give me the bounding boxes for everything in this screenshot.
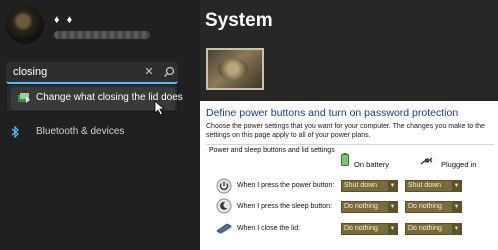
dialog-description: Choose the power settings that you want … bbox=[206, 123, 485, 139]
close-lid-plugged-select[interactable]: Do nothing ▼ bbox=[405, 223, 462, 235]
select-value: Do nothing bbox=[344, 225, 378, 232]
search-box[interactable]: closing ✕ bbox=[6, 62, 178, 84]
power-button-battery-select[interactable]: Shut down ▼ bbox=[341, 180, 398, 192]
sidebar-item-label: Bluetooth & devices bbox=[36, 126, 125, 137]
column-header-plugged: Plugged in bbox=[441, 160, 477, 169]
close-lid-battery-select[interactable]: Do nothing ▼ bbox=[341, 223, 398, 235]
search-input[interactable]: closing bbox=[13, 66, 47, 78]
row-label-sleep-button: When I press the sleep button: bbox=[237, 203, 332, 210]
power-button-icon bbox=[216, 178, 232, 194]
select-value: Shut down bbox=[344, 182, 378, 189]
chevron-down-icon: ▼ bbox=[388, 181, 397, 191]
wallpaper-thumbnail[interactable] bbox=[206, 48, 264, 90]
select-value: Do nothing bbox=[408, 225, 442, 232]
avatar[interactable] bbox=[6, 6, 44, 44]
laptop-lid-icon bbox=[216, 223, 232, 234]
chevron-down-icon: ▼ bbox=[388, 202, 397, 212]
sleep-button-plugged-select[interactable]: Do nothing ▼ bbox=[405, 201, 462, 213]
column-header-battery: On battery bbox=[354, 160, 390, 169]
user-name: ♦ ♦ bbox=[54, 14, 75, 26]
page-title: System bbox=[205, 10, 273, 31]
dialog-title: Define power buttons and turn on passwor… bbox=[206, 107, 459, 119]
search-result-item[interactable]: Change what closing the lid does bbox=[11, 87, 183, 110]
chevron-down-icon: ▼ bbox=[388, 224, 397, 234]
select-value: Do nothing bbox=[408, 203, 442, 210]
plug-icon bbox=[420, 157, 433, 165]
bluetooth-icon bbox=[11, 126, 19, 138]
select-value: Do nothing bbox=[344, 203, 378, 210]
sleep-button-icon bbox=[216, 198, 232, 214]
power-options-icon bbox=[18, 93, 30, 103]
close-icon[interactable]: ✕ bbox=[143, 65, 155, 79]
power-button-plugged-select[interactable]: Shut down ▼ bbox=[405, 180, 462, 192]
row-label-power-button: When I press the power button: bbox=[237, 182, 335, 189]
divider bbox=[206, 144, 494, 145]
user-email-redacted bbox=[54, 31, 150, 39]
search-results-dropdown: Change what closing the lid does bbox=[6, 84, 183, 112]
search-icon[interactable] bbox=[162, 65, 176, 79]
row-label-close-lid: When I close the lid: bbox=[237, 225, 301, 232]
chevron-down-icon: ▼ bbox=[452, 224, 461, 234]
battery-icon bbox=[341, 153, 349, 166]
sidebar: ♦ ♦ closing ✕ Change what closing the li… bbox=[0, 0, 200, 250]
sleep-button-battery-select[interactable]: Do nothing ▼ bbox=[341, 201, 398, 213]
chevron-down-icon: ▼ bbox=[452, 181, 461, 191]
select-value: Shut down bbox=[408, 182, 442, 189]
chevron-down-icon: ▼ bbox=[452, 202, 461, 212]
section-title: Power and sleep buttons and lid settings bbox=[209, 147, 335, 154]
mouse-cursor-icon bbox=[154, 100, 166, 116]
